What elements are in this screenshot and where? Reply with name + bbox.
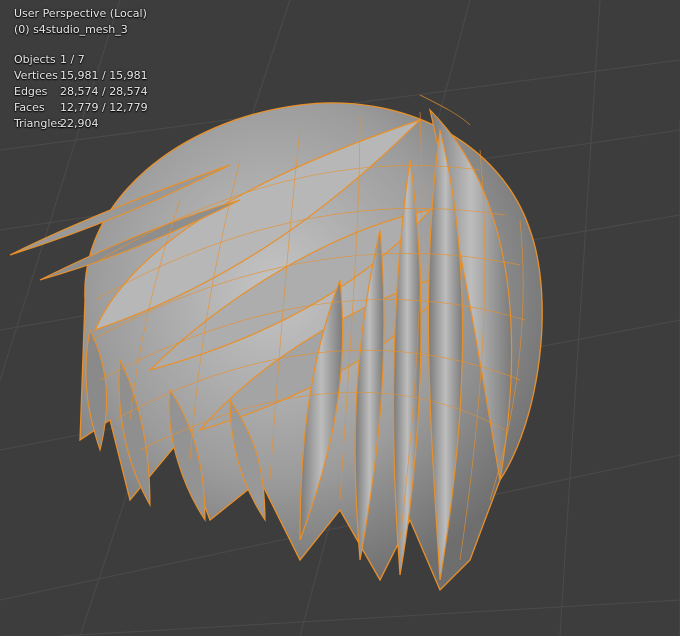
stat-row-objects: Objects 1 / 7 bbox=[14, 52, 148, 68]
stat-label: Edges bbox=[14, 85, 48, 98]
stat-value: 22,904 bbox=[60, 117, 99, 130]
stat-label: Vertices bbox=[14, 69, 58, 82]
stat-value: 15,981 / 15,981 bbox=[60, 69, 148, 82]
active-object-label: (0) s4studio_mesh_3 bbox=[14, 23, 128, 36]
stat-value: 1 / 7 bbox=[60, 53, 85, 66]
stat-label: Triangles bbox=[14, 117, 63, 130]
stat-row-triangles: Triangles 22,904 bbox=[14, 116, 148, 132]
stat-row-faces: Faces 12,779 / 12,779 bbox=[14, 100, 148, 116]
stat-row-edges: Edges 28,574 / 28,574 bbox=[14, 84, 148, 100]
3d-viewport[interactable]: User Perspective (Local) (0) s4studio_me… bbox=[0, 0, 680, 636]
viewport-info-overlay: User Perspective (Local) (0) s4studio_me… bbox=[14, 6, 148, 132]
stat-value: 12,779 / 12,779 bbox=[60, 101, 148, 114]
scene-statistics: Objects 1 / 7 Vertices 15,981 / 15,981 E… bbox=[14, 52, 148, 132]
hair-mesh[interactable] bbox=[9, 94, 543, 592]
stat-label: Faces bbox=[14, 101, 45, 114]
stat-row-vertices: Vertices 15,981 / 15,981 bbox=[14, 68, 148, 84]
viewport-perspective-label: User Perspective (Local) bbox=[14, 7, 147, 20]
stat-value: 28,574 / 28,574 bbox=[60, 85, 148, 98]
stat-label: Objects bbox=[14, 53, 56, 66]
